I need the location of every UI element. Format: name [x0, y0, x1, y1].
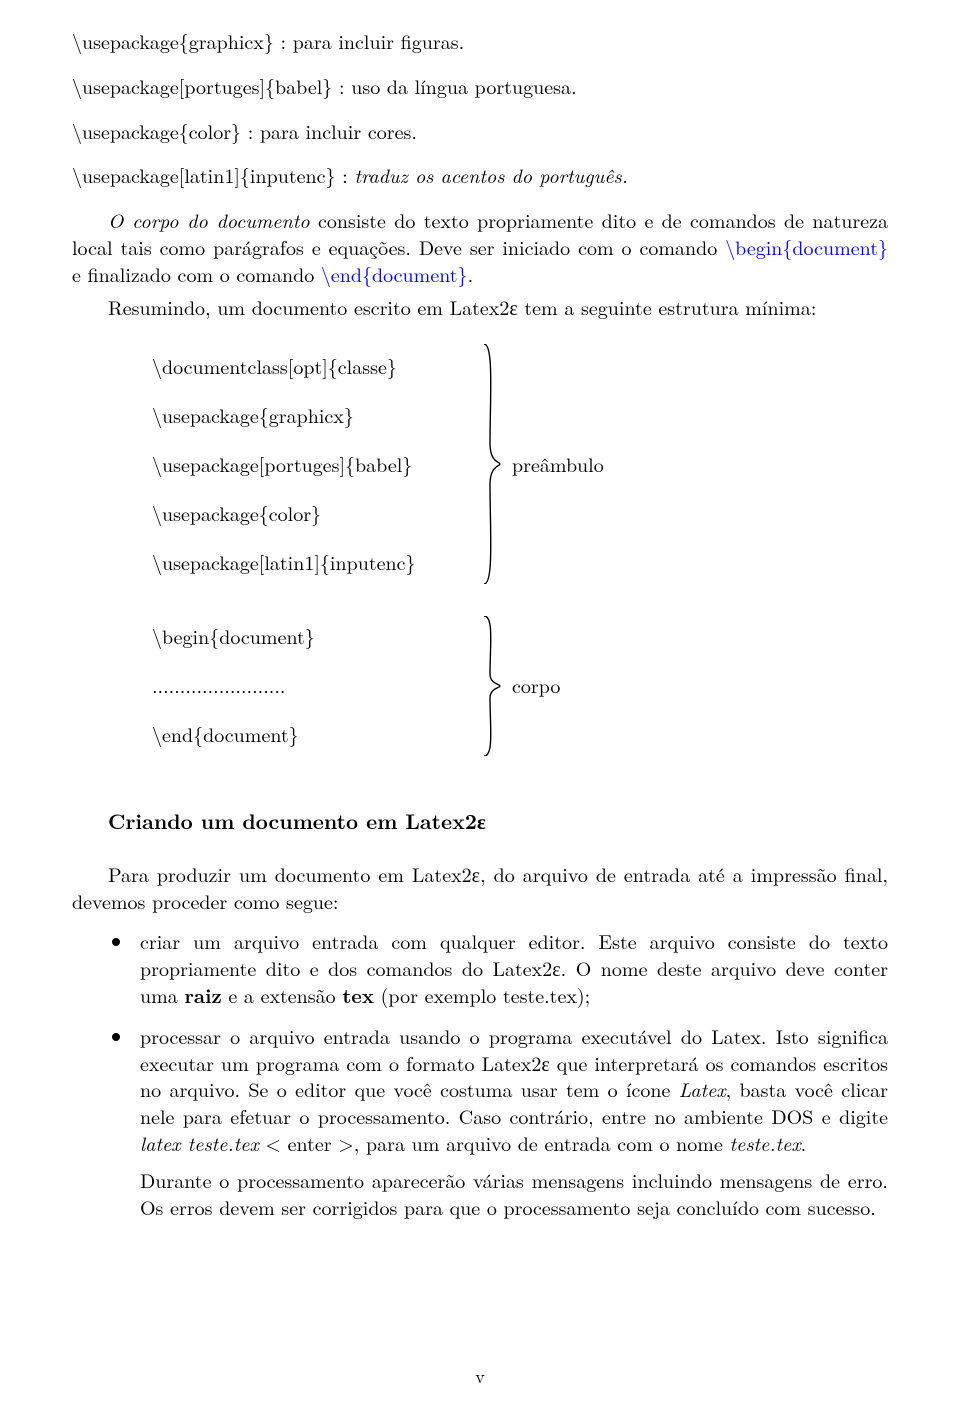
desc-sep: :	[241, 116, 260, 145]
desc-text: para incluir cores.	[260, 116, 417, 145]
desc-sep: :	[332, 71, 351, 100]
desc-babel: \usepackage[portuges]{babel} : uso da lí…	[72, 73, 888, 100]
para-resumo: Resumindo, um documento escrito em Latex…	[72, 294, 888, 321]
body-row: \begin{document} .......................…	[152, 612, 888, 758]
corpo-begin: \begin{document}	[725, 232, 888, 261]
desc-inputenc: \usepackage[latin1]{inputenc} : traduz o…	[72, 162, 888, 189]
b2-t4: .	[801, 1128, 807, 1157]
corpo-lead: O corpo do documento	[108, 205, 310, 234]
desc-cmd: \usepackage[portuges]{babel}	[72, 71, 332, 100]
b2-sub: Durante o processamento aparecerão vária…	[140, 1167, 888, 1221]
desc-graphicx: \usepackage{graphicx} : para incluir fig…	[72, 28, 888, 55]
body-label: corpo	[502, 612, 560, 758]
body-brace	[482, 612, 502, 758]
b2-t3: < enter >, para um arquivo de entrada co…	[259, 1128, 730, 1157]
brace-icon	[482, 344, 502, 584]
preamble-brace	[482, 342, 502, 586]
desc-text: para incluir figuras.	[293, 26, 464, 55]
page-number: v	[0, 1365, 960, 1389]
preamble-item: \usepackage{graphicx}	[152, 391, 472, 440]
desc-cmd: \usepackage{color}	[72, 116, 241, 145]
body-item: \end{document}	[152, 710, 472, 759]
para-produce: Para produzir um documento em Latex2ε, d…	[72, 861, 888, 915]
para-body-desc: O corpo do documento consiste do texto p…	[72, 207, 888, 287]
desc-cmd: \usepackage{graphicx}	[72, 26, 274, 55]
b1-t2: e a extensão	[222, 980, 343, 1009]
brace-icon	[482, 616, 502, 756]
preamble-item: \usepackage[portuges]{babel}	[152, 440, 472, 489]
body-item: ........................	[152, 661, 472, 710]
b2-i3: teste.tex	[730, 1128, 801, 1157]
b1-b1: raiz	[184, 980, 221, 1009]
desc-sep: :	[274, 26, 293, 55]
corpo-end: \end{document}	[321, 259, 468, 288]
desc-color: \usepackage{color} : para incluir cores.	[72, 118, 888, 145]
preamble-item: \documentclass[opt]{classe}	[152, 342, 472, 391]
corpo-rest3: .	[468, 259, 474, 288]
body-item: \begin{document}	[152, 612, 472, 661]
desc-text: uso da língua portuguesa.	[351, 71, 576, 100]
desc-cmd: \usepackage[latin1]{inputenc}	[72, 160, 335, 189]
body-items: \begin{document} .......................…	[152, 612, 482, 758]
page: \usepackage{graphicx} : para incluir fig…	[0, 0, 960, 1407]
section-heading: Criando um documento em Latex2ε	[108, 807, 888, 835]
desc-text: traduz os acentos do português.	[354, 160, 627, 189]
list-item: criar um arquivo entrada com qualquer ed…	[134, 928, 888, 1008]
list-item: processar o arquivo entrada usando o pro…	[134, 1023, 888, 1221]
structure-diagram: \documentclass[opt]{classe} \usepackage{…	[152, 342, 888, 758]
preamble-row: \documentclass[opt]{classe} \usepackage{…	[152, 342, 888, 586]
b1-b2: tex	[342, 980, 374, 1009]
preamble-label: preâmbulo	[502, 342, 604, 586]
b2-i2: latex teste.tex	[140, 1128, 259, 1157]
b1-t3: (por exemplo teste.tex);	[374, 980, 590, 1009]
corpo-rest2: e finalizado com o comando	[72, 259, 321, 288]
preamble-items: \documentclass[opt]{classe} \usepackage{…	[152, 342, 482, 586]
preamble-item: \usepackage[latin1]{inputenc}	[152, 538, 472, 587]
b2-i1: Latex	[679, 1074, 726, 1103]
procedure-list: criar um arquivo entrada com qualquer ed…	[72, 928, 888, 1220]
preamble-item: \usepackage{color}	[152, 489, 472, 538]
desc-sep: :	[335, 160, 354, 189]
